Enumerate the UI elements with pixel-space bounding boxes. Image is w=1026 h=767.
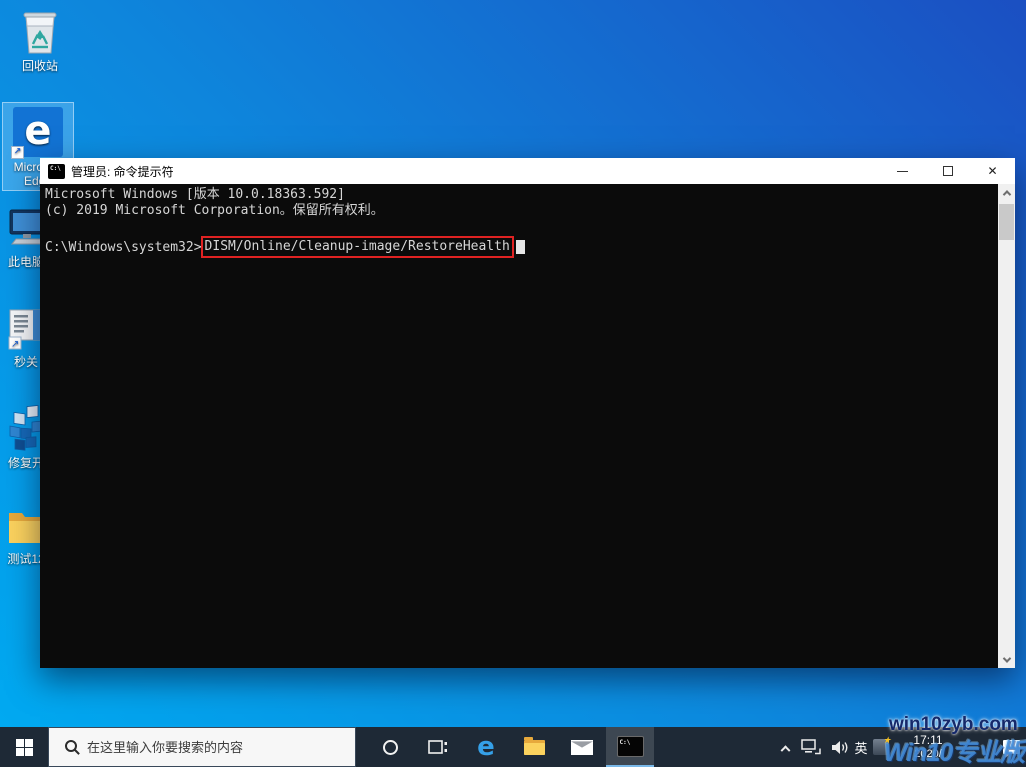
window-titlebar[interactable]: C:\ 管理员: 命令提示符 ✕ [40, 158, 1015, 184]
show-hidden-icons-button[interactable] [772, 727, 798, 767]
mail-button[interactable] [558, 727, 606, 767]
cortana-icon [382, 739, 398, 755]
maximize-icon [942, 166, 953, 176]
text-cursor [515, 240, 525, 254]
watermark-brand: Win10专业版官网 [884, 739, 1026, 767]
taskbar: e C:\ 英 [0, 727, 1026, 767]
search-icon [65, 740, 77, 752]
chevron-up-icon [780, 744, 790, 755]
windows-logo-icon [15, 738, 33, 756]
console-scrollbar[interactable] [998, 184, 1015, 668]
task-view-button[interactable] [414, 727, 462, 767]
edge-icon: e [477, 732, 495, 762]
shortcut-arrow-icon: ↗ [11, 146, 24, 159]
scroll-up-arrow-icon[interactable] [998, 184, 1015, 201]
console-output[interactable]: Microsoft Windows [版本 10.0.18363.592] (c… [40, 184, 1015, 668]
console-prompt: C:\Windows\system32> [45, 239, 202, 255]
ime-language-button[interactable]: 英 [850, 727, 872, 767]
edge-taskbar-button[interactable]: e [462, 727, 510, 767]
highlighted-command: DISM/Online/Cleanup-image/RestoreHealth [200, 236, 514, 258]
close-button[interactable]: ✕ [970, 158, 1015, 184]
network-tray-button[interactable] [798, 727, 826, 767]
file-explorer-button[interactable] [510, 727, 558, 767]
mail-icon [571, 739, 593, 755]
cortana-button[interactable] [366, 727, 414, 767]
console-line: (c) 2019 Microsoft Corporation。保留所有权利。 [45, 203, 384, 218]
desktop: { "desktop": { "icons": [ { "label": "回收… [0, 0, 1026, 767]
task-view-icon [428, 740, 447, 754]
desktop-icon-label: 回收站 [21, 59, 58, 73]
recycle-bin-icon [8, 6, 72, 56]
edge-icon: e ↗ [11, 107, 63, 159]
file-explorer-icon [523, 736, 545, 755]
minimize-button[interactable] [880, 158, 925, 184]
command-prompt-window: C:\ 管理员: 命令提示符 ✕ Microsoft Windows [版本 1… [40, 158, 1015, 668]
scroll-down-arrow-icon[interactable] [998, 651, 1015, 668]
desktop-icon-recycle-bin[interactable]: 回收站 [8, 6, 72, 73]
cmd-icon: C:\ [616, 735, 644, 757]
network-icon [801, 738, 821, 754]
svg-text:↗: ↗ [11, 339, 19, 350]
taskbar-search-box[interactable] [48, 727, 356, 767]
console-line: Microsoft Windows [版本 10.0.18363.592] [45, 187, 345, 202]
scrollbar-thumb[interactable] [999, 204, 1014, 240]
console-prompt-line: C:\Windows\system32> DISM/Online/Cleanup-… [45, 235, 995, 259]
command-prompt-taskbar-button[interactable]: C:\ [606, 727, 654, 767]
window-title: 管理员: 命令提示符 [71, 164, 174, 179]
minimize-icon [897, 170, 908, 172]
cmd-icon: C:\ [48, 163, 65, 179]
start-button[interactable] [0, 727, 48, 767]
maximize-button[interactable] [925, 158, 970, 184]
speaker-icon [831, 740, 847, 754]
search-input[interactable] [87, 739, 337, 755]
